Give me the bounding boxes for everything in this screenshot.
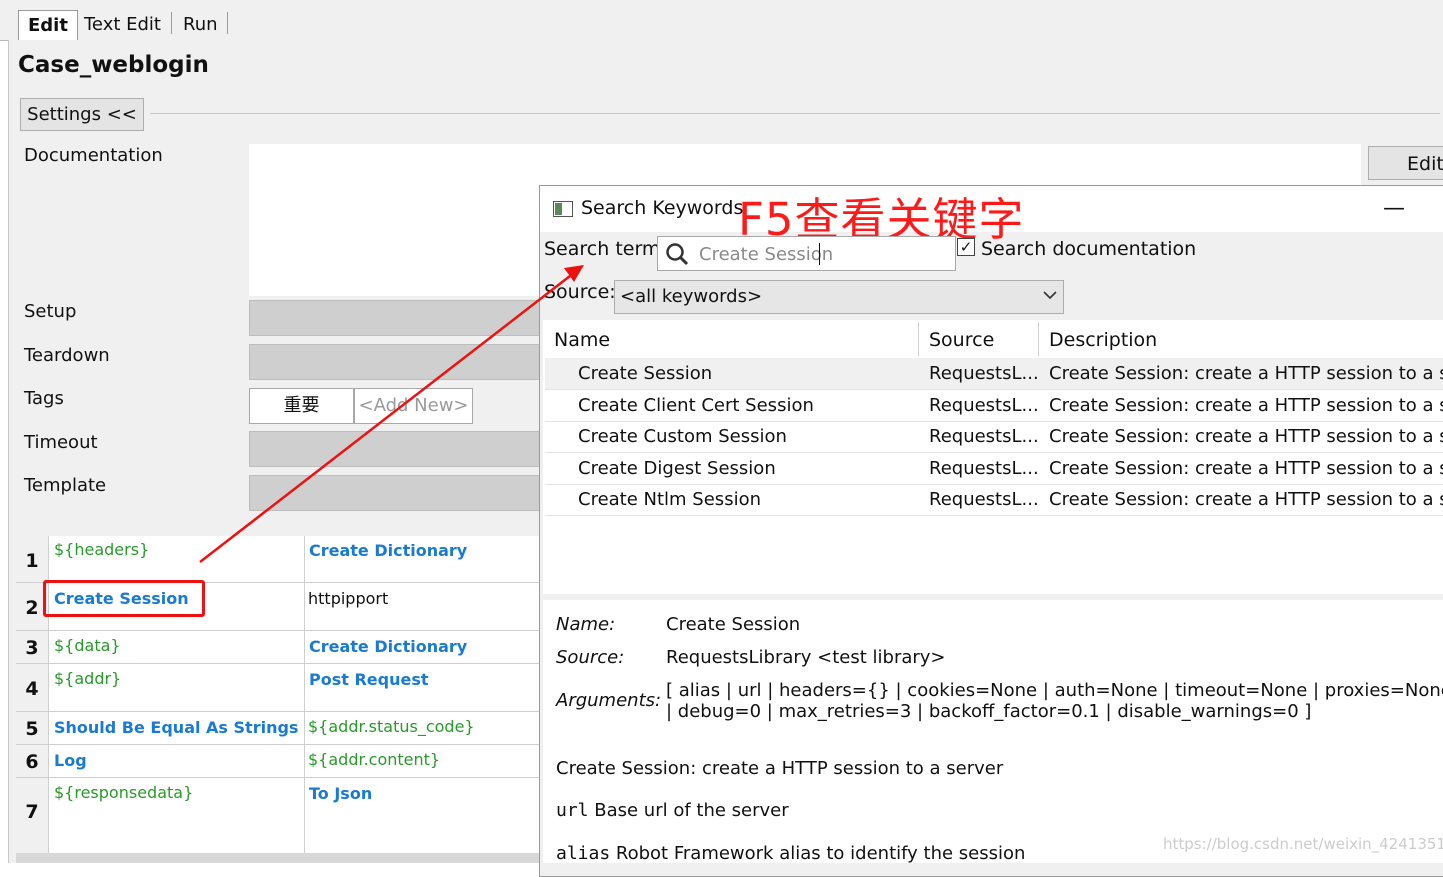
annotation-arrow	[199, 265, 584, 563]
